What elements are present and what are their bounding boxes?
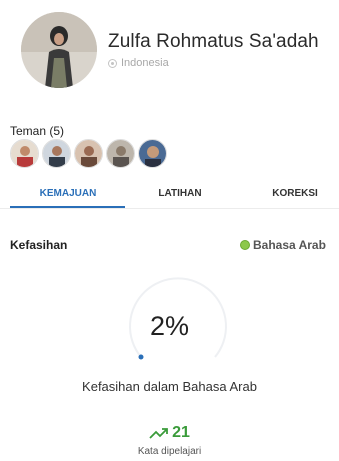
friend-avatar[interactable]	[106, 139, 135, 168]
friend-avatar[interactable]	[138, 139, 167, 168]
words-learned-count: 21	[0, 424, 339, 442]
location-text: Indonesia	[121, 57, 169, 69]
profile-header: Zulfa Rohmatus Sa'adah Indonesia	[21, 12, 319, 88]
user-name: Zulfa Rohmatus Sa'adah	[108, 31, 319, 52]
friend-avatar[interactable]	[74, 139, 103, 168]
location: Indonesia	[108, 57, 319, 69]
words-learned-label: Kata dipelajari	[137, 446, 202, 457]
language-badge[interactable]: Bahasa Arab	[240, 238, 326, 252]
tab-latihan[interactable]: LATIHAN	[140, 188, 220, 199]
gauge-progress-dot	[138, 354, 144, 360]
friend-avatar[interactable]	[10, 139, 39, 168]
friends-title: Teman (5)	[10, 124, 65, 138]
trending-up-icon	[149, 428, 168, 439]
tab-koreksi[interactable]: KOREKSI	[255, 188, 335, 199]
tab-kemajuan[interactable]: KEMAJUAN	[28, 188, 108, 199]
words-learned-value: 21	[172, 424, 190, 441]
fluency-percent: 2%	[149, 311, 190, 341]
language-flag-icon	[240, 240, 250, 250]
tab-bar: KEMAJUAN LATIHAN KOREKSI	[0, 178, 339, 208]
tabs-divider	[0, 208, 339, 209]
fluency-description: Kefasihan dalam Bahasa Arab	[82, 379, 257, 394]
language-name: Bahasa Arab	[253, 238, 326, 252]
avatar[interactable]	[21, 12, 97, 88]
friend-avatar[interactable]	[42, 139, 71, 168]
location-pin-icon	[108, 58, 117, 68]
fluency-label: Kefasihan	[10, 238, 68, 252]
friends-list	[10, 139, 170, 168]
